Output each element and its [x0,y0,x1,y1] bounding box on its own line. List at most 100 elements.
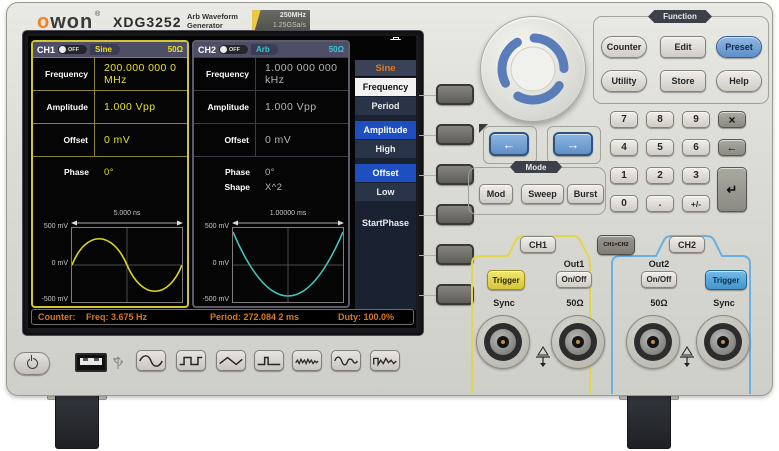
sine-wave-button[interactable] [136,350,166,371]
param-label: Phase Shape [224,167,250,192]
ch2-header: CH2 OFF Arb 50Ω [194,42,348,57]
param-label: Frequency [194,58,256,90]
ch2-select-button[interactable]: CH2 [669,236,705,253]
device-subtitle: Arb Waveform Generator [187,12,238,30]
menu-item-frequency[interactable]: Frequency [355,78,416,96]
utility-button[interactable]: Utility [601,70,647,92]
rotary-knob[interactable] [480,16,586,122]
lcd-screen: CH1 OFF Sine 50Ω Frequency 200.000 000 0… [28,36,416,328]
y-axis-mid: 0 mV [51,260,68,267]
right-arrow-button[interactable]: → [553,132,593,156]
help-button[interactable]: Help [716,70,762,92]
menu-item-startphase[interactable]: StartPhase [355,214,416,232]
key-0[interactable]: 0 [610,195,638,212]
key-7[interactable]: 7 [610,111,638,128]
pulse-wave-button[interactable] [254,350,284,371]
parabola-wave-icon [232,228,344,302]
y-axis-top: 500 mV [43,223,68,230]
out2-onoff-button[interactable]: On/Off [641,271,677,288]
trigger-ch1-button[interactable]: Trigger [487,270,525,290]
menu-title: Sine [355,60,416,77]
key-1[interactable]: 1 [610,167,638,184]
usb-port [75,353,107,372]
menu-item-amplitude[interactable]: Amplitude [355,121,416,139]
soft-menu: Sine Frequency Period Amplitude High Off… [355,40,416,310]
ch1-wave-area [71,227,183,303]
out1-onoff-button[interactable]: On/Off [556,271,592,288]
sync2-label: Sync [713,298,735,308]
sync1-label: Sync [493,298,515,308]
param-row: Frequency 200.000 000 0 MHz [33,57,187,90]
mod-button[interactable]: Mod [479,184,513,204]
ch1-impedance: 50Ω [167,45,183,54]
counter-button[interactable]: Counter [601,36,647,58]
ground-icon [680,346,694,367]
param-value: 0° [104,167,114,178]
menu-item-period[interactable]: Period [355,97,416,115]
key-3[interactable]: 3 [682,167,710,184]
param-row: Frequency 1.000 000 000 kHz [194,57,348,90]
channel-copy-button[interactable]: CH1=CH2 [597,235,635,255]
key-plusminus[interactable]: +/- [682,195,710,212]
sweep-button[interactable]: Sweep [521,184,564,204]
key-4[interactable]: 4 [610,139,638,156]
burst-button[interactable]: Burst [567,184,604,204]
key-6[interactable]: 6 [682,139,710,156]
menu-item-high[interactable]: High [355,140,416,158]
arb-icon [373,356,397,367]
ramp-wave-button[interactable] [216,350,246,371]
key-dot[interactable]: . [646,195,674,212]
harmonic-wave-button[interactable] [331,350,361,371]
param-label: Offset [194,124,256,156]
softkey-1[interactable] [419,84,474,105]
param-label: Frequency [33,58,95,90]
left-arrow-button[interactable]: ← [489,132,529,156]
ch2-waveform-tab: Arb [251,44,278,55]
ramp-icon [219,356,243,365]
instrument-front-panel: owon ® XDG3252 Arb Waveform Generator 25… [0,0,779,451]
ch2-panel: CH2 OFF Arb 50Ω Frequency 1.000 000 000 … [192,40,350,308]
counter-status-bar: Counter: Freq: 3.675 Hz Period: 272.084 … [31,309,414,325]
square-wave-button[interactable] [176,350,206,371]
param-value: 0 mV [104,134,131,146]
trigger-ch2-button[interactable]: Trigger [705,270,747,290]
noise-wave-button[interactable] [292,350,322,371]
preset-button[interactable]: Preset [716,36,762,58]
param-value: 1.000 000 000 kHz [265,62,338,86]
ch2-impedance: 50Ω [328,45,344,54]
backspace-key[interactable]: ← [718,139,746,156]
key-8[interactable]: 8 [646,111,674,128]
power-button[interactable] [14,352,50,375]
ch1-toggle: OFF [58,45,88,54]
ch1-waveform-plot: 5.000 ns 500 mV 0 mV -500 mV [33,210,187,306]
param-value: 0 mV [265,134,292,146]
key-9[interactable]: 9 [682,111,710,128]
arb-wave-button[interactable] [370,350,400,371]
softkey-2[interactable] [419,124,474,145]
param-value: 200.000 000 0 MHz [104,62,177,86]
edit-button[interactable]: Edit [660,36,706,58]
out1-bnc-connector [551,315,605,369]
enter-key[interactable]: ↵ [717,167,747,212]
param-value: 1.000 Vpp [265,101,317,113]
function-section-label: Function [648,10,712,23]
toggle-dot-icon [59,46,67,53]
ch1-select-button[interactable]: CH1 [520,236,556,253]
sync2-bnc-connector [696,315,750,369]
knob-arcs-icon [497,33,569,105]
param-label: Offset [33,124,95,156]
out2-label: Out2 [648,259,670,269]
menu-item-low[interactable]: Low [355,183,416,201]
y-axis-top: 500 mV [204,223,229,230]
store-button[interactable]: Store [660,70,706,92]
pulse-icon [257,356,281,365]
cancel-key[interactable]: × [718,111,746,128]
param-label: Amplitude [194,91,256,123]
sine-wave-icon [71,228,183,302]
ch1-panel: CH1 OFF Sine 50Ω Frequency 200.000 000 0… [31,40,189,308]
ch1-header: CH1 OFF Sine 50Ω [33,42,187,57]
param-label: Amplitude [33,91,95,123]
key-5[interactable]: 5 [646,139,674,156]
key-2[interactable]: 2 [646,167,674,184]
menu-item-offset[interactable]: Offset [355,164,416,182]
